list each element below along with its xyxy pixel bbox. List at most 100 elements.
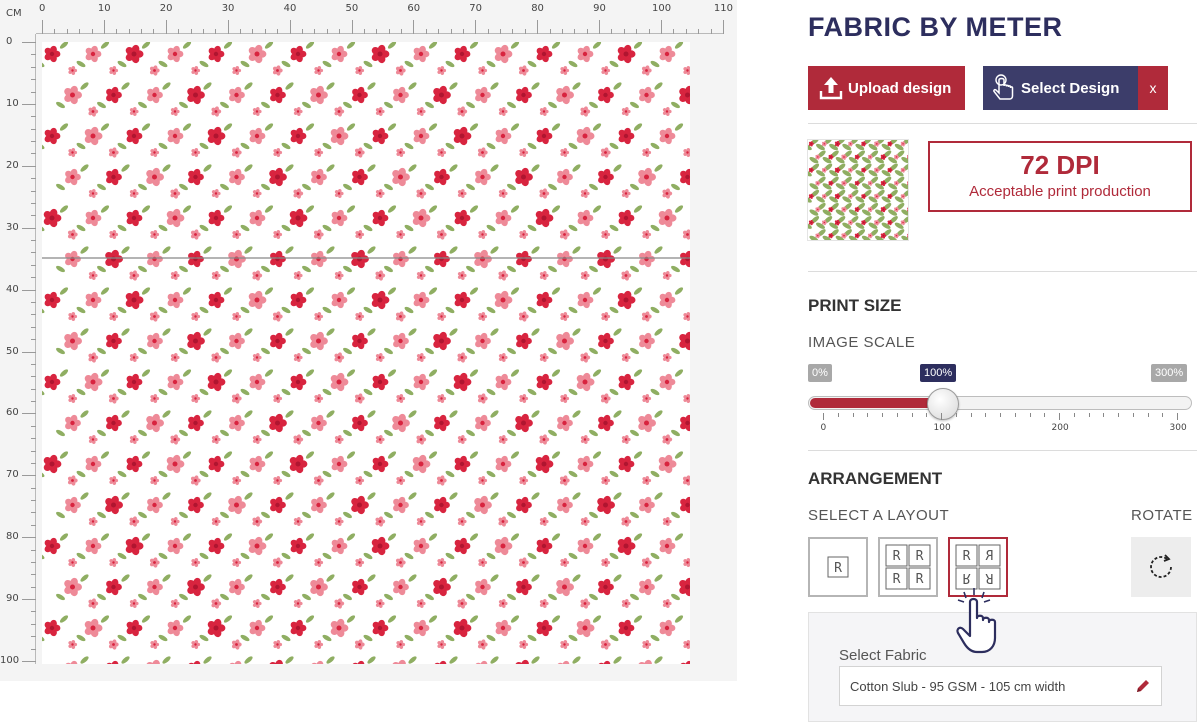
ruler-tick — [31, 215, 36, 217]
ruler-tick — [31, 314, 36, 316]
ruler-tick — [31, 611, 36, 613]
left-ruler-label: 60 — [6, 407, 19, 419]
ruler-tick — [698, 29, 700, 34]
top-ruler-label: 20 — [159, 3, 173, 14]
repeat-layout-icon: RR RR — [885, 544, 931, 590]
slider-tick — [1029, 413, 1031, 417]
ruler-tick — [31, 363, 36, 365]
svg-text:R: R — [985, 570, 993, 585]
ruler-tick — [537, 20, 539, 34]
select-design-button[interactable]: Select Design — [983, 66, 1138, 110]
slider-tick — [1118, 413, 1119, 417]
layout-repeat-option[interactable]: RR RR — [878, 537, 938, 597]
fabric-dropdown[interactable]: Cotton Slub - 95 GSM - 105 cm width — [839, 666, 1162, 706]
ruler-tick — [475, 20, 477, 34]
ruler-tick — [31, 264, 36, 266]
ruler-tick — [648, 29, 650, 34]
clear-design-button[interactable]: x — [1138, 66, 1168, 110]
ruler-tick — [31, 450, 36, 452]
upload-design-button[interactable]: Upload design — [808, 66, 965, 110]
hand-cursor-icon — [956, 588, 997, 654]
svg-text:R: R — [893, 549, 901, 564]
ruler-tick — [240, 29, 242, 34]
ruler-tick — [401, 29, 403, 34]
top-ruler-label: 80 — [531, 3, 544, 14]
ruler-tick — [388, 29, 390, 34]
top-ruler-label: 110 — [713, 3, 733, 14]
ruler-tick — [66, 29, 68, 34]
ruler-tick — [561, 29, 563, 34]
slider-tick — [882, 413, 883, 417]
ruler-tick — [264, 29, 266, 34]
top-ruler-label: 90 — [593, 3, 606, 14]
ruler-tick — [31, 623, 36, 625]
ruler-tick — [31, 66, 36, 68]
ruler-tick — [31, 524, 36, 526]
pencil-icon[interactable] — [1135, 678, 1151, 697]
top-ruler: 0 10 20 30 40 50 60 70 80 90 100 110 — [36, 0, 733, 34]
rotate-button[interactable] — [1131, 537, 1191, 597]
ruler-tick — [22, 661, 36, 662]
slider-tick-label: 100 — [933, 423, 951, 433]
ruler-tick — [252, 29, 254, 34]
image-scale-slider[interactable] — [808, 396, 1192, 410]
ruler-tick — [487, 29, 489, 34]
ruler-tick — [42, 20, 43, 34]
single-layout-icon: R — [827, 556, 849, 578]
ruler-tick — [413, 20, 415, 34]
ruler-tick — [301, 29, 303, 34]
ruler-tick — [512, 29, 514, 34]
divider — [808, 271, 1197, 272]
svg-text:R: R — [893, 572, 901, 587]
divider — [808, 123, 1197, 124]
slider-tick — [852, 413, 854, 417]
slider-tick — [1014, 413, 1016, 417]
left-ruler-label: 10 — [6, 97, 19, 109]
slider-tick — [823, 413, 824, 420]
ruler-tick — [31, 91, 36, 93]
ruler-tick — [227, 20, 229, 34]
ruler-tick — [500, 29, 502, 34]
ruler-tick — [314, 29, 316, 34]
svg-text:R: R — [916, 549, 924, 564]
ruler-tick — [277, 29, 279, 34]
ruler-tick — [31, 500, 36, 502]
svg-text:R: R — [985, 549, 993, 564]
left-ruler-label: 70 — [6, 469, 19, 481]
ruler-tick — [31, 301, 36, 303]
ruler-tick — [31, 190, 36, 192]
ruler-unit-label: CM — [6, 8, 22, 19]
top-ruler-label: 40 — [283, 3, 297, 14]
slider-handle[interactable] — [927, 388, 959, 420]
scale-max-badge: 300% — [1151, 364, 1188, 382]
top-ruler-label: 70 — [469, 3, 483, 14]
ruler-tick — [438, 29, 440, 34]
ruler-tick — [623, 29, 625, 34]
ruler-tick — [141, 29, 143, 34]
scale-min-badge: 0% — [808, 364, 832, 382]
fabric-pattern-preview[interactable] — [42, 42, 690, 664]
ruler-tick — [22, 351, 36, 353]
slider-tick-label: 200 — [1051, 423, 1069, 433]
ruler-tick — [22, 537, 36, 539]
ruler-tick — [116, 29, 118, 34]
ruler-tick — [710, 29, 712, 34]
slider-tick — [1132, 413, 1134, 417]
slider-tick — [1000, 413, 1001, 417]
layout-single-option[interactable]: R — [808, 537, 868, 597]
top-ruler-label: 50 — [345, 3, 359, 14]
ruler-tick — [599, 20, 601, 34]
ruler-tick — [673, 29, 675, 34]
ruler-tick — [31, 401, 36, 403]
ruler-tick — [215, 29, 217, 34]
image-scale-label: IMAGE SCALE — [808, 334, 916, 351]
mirror-layout-icon: R R R R — [955, 544, 1001, 590]
slider-fill — [810, 398, 938, 408]
design-canvas-area: CM 0 10 20 30 40 50 60 70 80 90 100 110 0 10 20 30 40 50… — [0, 0, 737, 681]
ruler-tick — [462, 29, 464, 34]
ruler-tick — [326, 29, 328, 34]
top-ruler-label: 0 — [39, 3, 46, 14]
divider — [808, 450, 1197, 451]
hand-pointer-icon — [991, 74, 1017, 102]
ruler-tick — [31, 388, 36, 390]
